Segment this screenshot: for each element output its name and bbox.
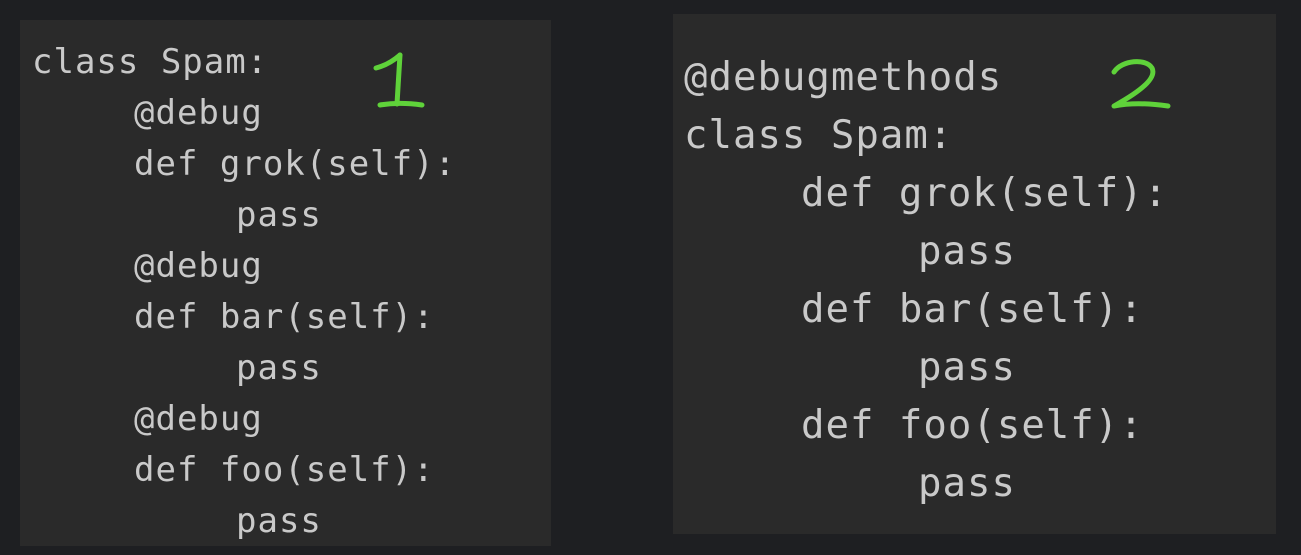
- code-line: def foo(self):: [801, 403, 1144, 448]
- code-line: @debug: [134, 246, 263, 286]
- code-block: @debugmethods class Spam: def grok(self): p…: [684, 49, 1168, 513]
- code-line: @debug: [134, 399, 263, 439]
- code-line: def grok(self):: [801, 171, 1169, 216]
- code-line: @debugmethods: [684, 55, 1003, 100]
- handwritten-number-1: 1: [362, 50, 432, 120]
- code-line: class Spam:: [684, 113, 954, 158]
- code-line: pass: [918, 345, 1016, 390]
- code-line: pass: [236, 195, 322, 235]
- code-line: def foo(self):: [134, 450, 435, 490]
- code-line: pass: [236, 348, 322, 388]
- code-line: def bar(self):: [801, 287, 1144, 332]
- code-panel-2: @debugmethods class Spam: def grok(self): p…: [673, 14, 1276, 534]
- code-line: pass: [918, 229, 1016, 274]
- handwritten-two-icon: [1111, 59, 1171, 109]
- handwritten-number-2: 2: [1104, 56, 1174, 126]
- code-panel-1: class Spam: @debug def grok(self): pass @deb…: [20, 20, 551, 546]
- code-line: pass: [918, 461, 1016, 506]
- code-line: pass: [236, 501, 322, 541]
- handwritten-one-icon: [373, 52, 425, 108]
- code-line: def bar(self):: [134, 297, 435, 337]
- code-line: def grok(self):: [134, 144, 457, 184]
